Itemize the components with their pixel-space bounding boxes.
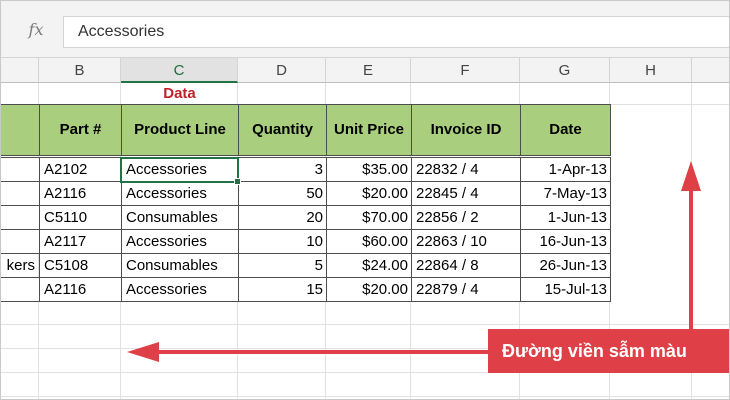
invoice-id-cell[interactable]: 22863 / 10 (411, 229, 521, 254)
invoice-id-cell[interactable]: 22856 / 2 (411, 205, 521, 230)
product-line-cell[interactable]: Consumables (121, 253, 239, 278)
date-cell[interactable]: 7-May-13 (520, 181, 611, 206)
formula-bar: fx Accessories (1, 1, 729, 58)
column-header-a[interactable] (1, 58, 39, 83)
header-cell-quantity[interactable]: Quantity (238, 104, 327, 156)
column-header-h[interactable]: H (610, 58, 692, 83)
unit-price-cell[interactable]: $60.00 (326, 229, 412, 254)
unit-price-cell[interactable]: $35.00 (326, 157, 412, 182)
part-cell[interactable]: A2102 (39, 157, 122, 182)
invoice-id-cell[interactable]: 22845 / 4 (411, 181, 521, 206)
column-a-cell[interactable] (1, 229, 40, 254)
date-cell[interactable]: 1-Jun-13 (520, 205, 611, 230)
part-cell[interactable]: A2117 (39, 229, 122, 254)
quantity-cell[interactable]: 50 (238, 181, 327, 206)
formula-input[interactable]: Accessories (63, 16, 729, 48)
quantity-cell[interactable]: 15 (238, 277, 327, 302)
date-cell[interactable]: 16-Jun-13 (520, 229, 611, 254)
unit-price-cell[interactable]: $20.00 (326, 277, 412, 302)
table-title: Data (163, 85, 196, 102)
part-cell[interactable]: C5110 (39, 205, 122, 230)
header-cell-date[interactable]: Date (520, 104, 611, 156)
invoice-id-cell[interactable]: 22832 / 4 (411, 157, 521, 182)
column-a-cell[interactable] (1, 277, 40, 302)
quantity-cell[interactable]: 20 (238, 205, 327, 230)
column-a-cell[interactable] (1, 157, 40, 182)
column-a-fragment[interactable]: kers (1, 254, 38, 278)
unit-price-cell[interactable]: $20.00 (326, 181, 412, 206)
date-cell[interactable]: 26-Jun-13 (520, 253, 611, 278)
column-header-e[interactable]: E (326, 58, 411, 83)
header-cell-unit-price[interactable]: Unit Price (326, 104, 412, 156)
invoice-id-cell[interactable]: 22879 / 4 (411, 277, 521, 302)
quantity-cell[interactable]: 5 (238, 253, 327, 278)
product-line-cell[interactable]: Accessories (121, 181, 239, 206)
part-cell[interactable]: A2116 (39, 277, 122, 302)
invoice-id-cell[interactable]: 22864 / 8 (411, 253, 521, 278)
part-cell[interactable]: C5108 (39, 253, 122, 278)
header-cell-invoice-id[interactable]: Invoice ID (411, 104, 521, 156)
product-line-cell[interactable]: Consumables (121, 205, 239, 230)
column-header-i[interactable] (692, 58, 729, 83)
product-line-cell[interactable]: Accessories (121, 157, 239, 182)
date-cell[interactable]: 1-Apr-13 (520, 157, 611, 182)
column-header-b[interactable]: B (39, 58, 121, 83)
fx-icon[interactable]: fx (23, 18, 49, 42)
unit-price-cell[interactable]: $24.00 (326, 253, 412, 278)
unit-price-cell[interactable]: $70.00 (326, 205, 412, 230)
callout-label: Đường viền sẫm màu (488, 329, 729, 373)
quantity-cell[interactable]: 10 (238, 229, 327, 254)
quantity-cell[interactable]: 3 (238, 157, 327, 182)
column-header-g[interactable]: G (520, 58, 610, 83)
part-cell[interactable]: A2116 (39, 181, 122, 206)
fill-handle[interactable] (234, 178, 241, 185)
spreadsheet-window: fx Accessories B C D E F G H Data Part #… (0, 0, 730, 400)
column-a-cell[interactable] (1, 181, 40, 206)
column-a-cell[interactable] (1, 205, 40, 230)
column-header-d[interactable]: D (238, 58, 326, 83)
product-line-cell[interactable]: Accessories (121, 277, 239, 302)
date-cell[interactable]: 15-Jul-13 (520, 277, 611, 302)
product-line-cell[interactable]: Accessories (121, 229, 239, 254)
header-cell-part[interactable]: Part # (39, 104, 122, 156)
header-cell-a[interactable] (1, 104, 40, 156)
formula-value: Accessories (78, 23, 165, 40)
column-header-c[interactable]: C (121, 58, 238, 83)
header-cell-product-line[interactable]: Product Line (121, 104, 239, 156)
column-header-f[interactable]: F (411, 58, 520, 83)
